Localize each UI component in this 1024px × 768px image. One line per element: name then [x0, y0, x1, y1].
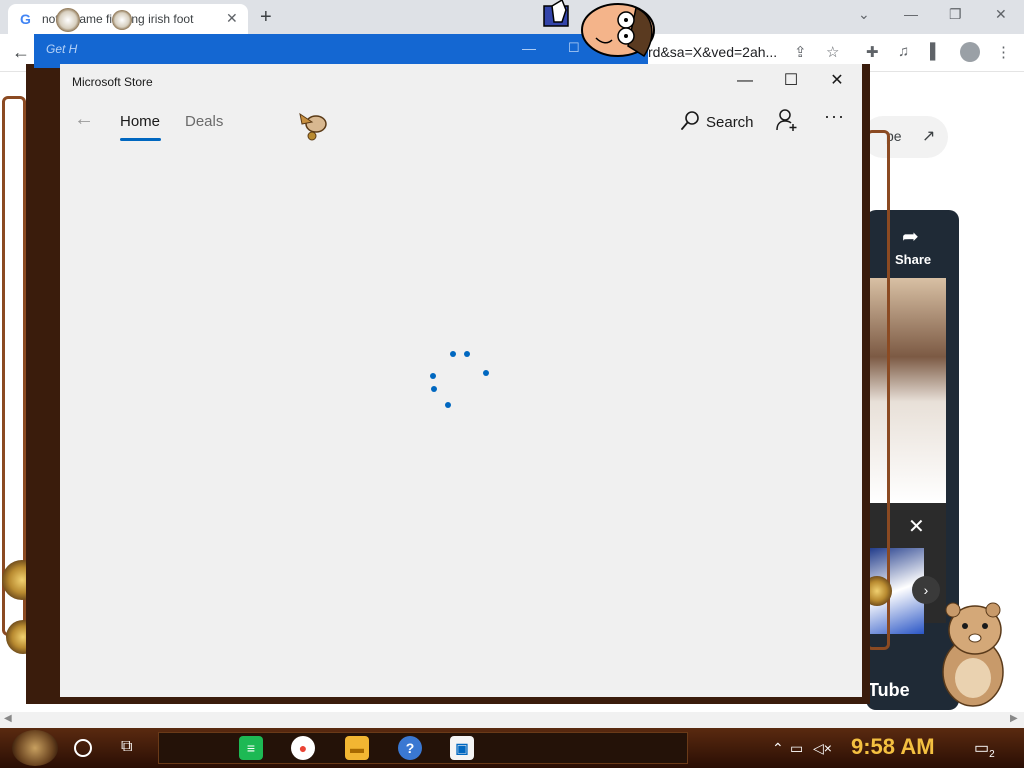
spinner-dot: [464, 351, 470, 357]
pressure-gauge-icon: [56, 8, 80, 32]
microsoft-store-window: Microsoft Store — ☐ ✕ ← Home Deals Searc…: [60, 64, 862, 697]
youtube-share-icon[interactable]: ➦: [902, 224, 919, 249]
youtube-share-label[interactable]: Share: [895, 252, 931, 267]
tab-deals[interactable]: Deals: [185, 113, 223, 130]
store-close-button[interactable]: ✕: [824, 70, 850, 92]
tab-close-button[interactable]: ✕: [226, 10, 238, 27]
account-icon[interactable]: [776, 108, 798, 132]
media-control-icon[interactable]: ♫: [898, 43, 909, 60]
network-icon[interactable]: ▭: [790, 740, 803, 757]
open-external-icon: ↗: [922, 128, 936, 145]
pressure-gauge-icon: [112, 10, 132, 30]
side-panel-icon[interactable]: ▌: [930, 43, 941, 60]
notification-count: 2: [989, 749, 995, 761]
steampunk-pipe-left: [2, 96, 26, 636]
extensions-puzzle-icon[interactable]: ✚: [866, 43, 879, 61]
store-window-title: Microsoft Store: [72, 75, 153, 89]
chrome-icon[interactable]: ●: [291, 736, 315, 760]
browser-tab-strip: G notre dame fighting irish foot ✕ + ⌄ —…: [0, 0, 1024, 34]
spinner-dot: [430, 373, 436, 379]
spinner-dot: [450, 351, 456, 357]
search-button[interactable]: Search: [706, 114, 754, 131]
youtube-logo[interactable]: Tube: [868, 680, 910, 701]
spinner-dot: [445, 402, 451, 408]
cortana-search-icon[interactable]: [74, 739, 92, 757]
microsoft-store-icon[interactable]: ▣: [450, 736, 474, 760]
spinner-dot: [431, 386, 437, 392]
hamster-mascot-icon: [942, 602, 1004, 707]
bookmark-star-icon[interactable]: ☆: [826, 43, 839, 61]
action-center-icon[interactable]: ▭2: [974, 738, 995, 760]
file-explorer-icon[interactable]: ▬: [345, 736, 369, 760]
google-icon: G: [20, 11, 31, 27]
spinner-dot: [483, 370, 489, 376]
taskbar-app-tray: [158, 732, 688, 764]
tab-home[interactable]: Home: [120, 113, 160, 130]
store-minimize-button[interactable]: —: [732, 70, 758, 92]
task-view-icon[interactable]: ⧉: [121, 738, 132, 756]
loading-spinner: [420, 344, 490, 414]
help-icon[interactable]: ?: [398, 736, 422, 760]
active-tab-indicator: [120, 138, 161, 141]
background-window-title: Get H: [46, 42, 78, 56]
horizontal-scrollbar[interactable]: [0, 712, 1024, 728]
start-button[interactable]: [12, 730, 58, 766]
browser-menu-icon[interactable]: ⋮: [996, 43, 1011, 61]
scroll-right-icon[interactable]: ▶: [1010, 713, 1018, 724]
profile-avatar[interactable]: [960, 42, 980, 62]
browser-restore-button[interactable]: ❐: [949, 6, 962, 23]
address-bar-url[interactable]: rd&sa=X&ved=2ah...: [648, 44, 777, 60]
more-options-button[interactable]: ···: [824, 106, 845, 127]
tray-overflow-icon[interactable]: ⌃: [772, 740, 784, 757]
bee-cursor-icon: [299, 112, 327, 141]
search-icon[interactable]: [680, 110, 700, 132]
new-tab-button[interactable]: +: [260, 6, 272, 29]
browser-back-icon[interactable]: ←: [12, 42, 30, 63]
tab-search-icon[interactable]: ⌄: [858, 6, 870, 23]
share-page-icon[interactable]: ⇪: [794, 43, 807, 61]
taskbar-clock[interactable]: 9:58 AM: [851, 734, 935, 760]
volume-muted-icon[interactable]: ◁×: [813, 740, 832, 757]
spotify-icon[interactable]: ≡: [239, 736, 263, 760]
youtube-close-icon[interactable]: ✕: [908, 514, 925, 539]
browser-close-button[interactable]: ✕: [995, 6, 1007, 23]
scroll-left-icon[interactable]: ◀: [4, 713, 12, 724]
store-maximize-button[interactable]: ☐: [778, 70, 804, 92]
cartoon-face-icon: [543, 0, 655, 58]
browser-minimize-button[interactable]: —: [904, 6, 918, 22]
store-back-button[interactable]: ←: [74, 108, 94, 131]
background-window-minimize-button[interactable]: —: [522, 40, 536, 56]
